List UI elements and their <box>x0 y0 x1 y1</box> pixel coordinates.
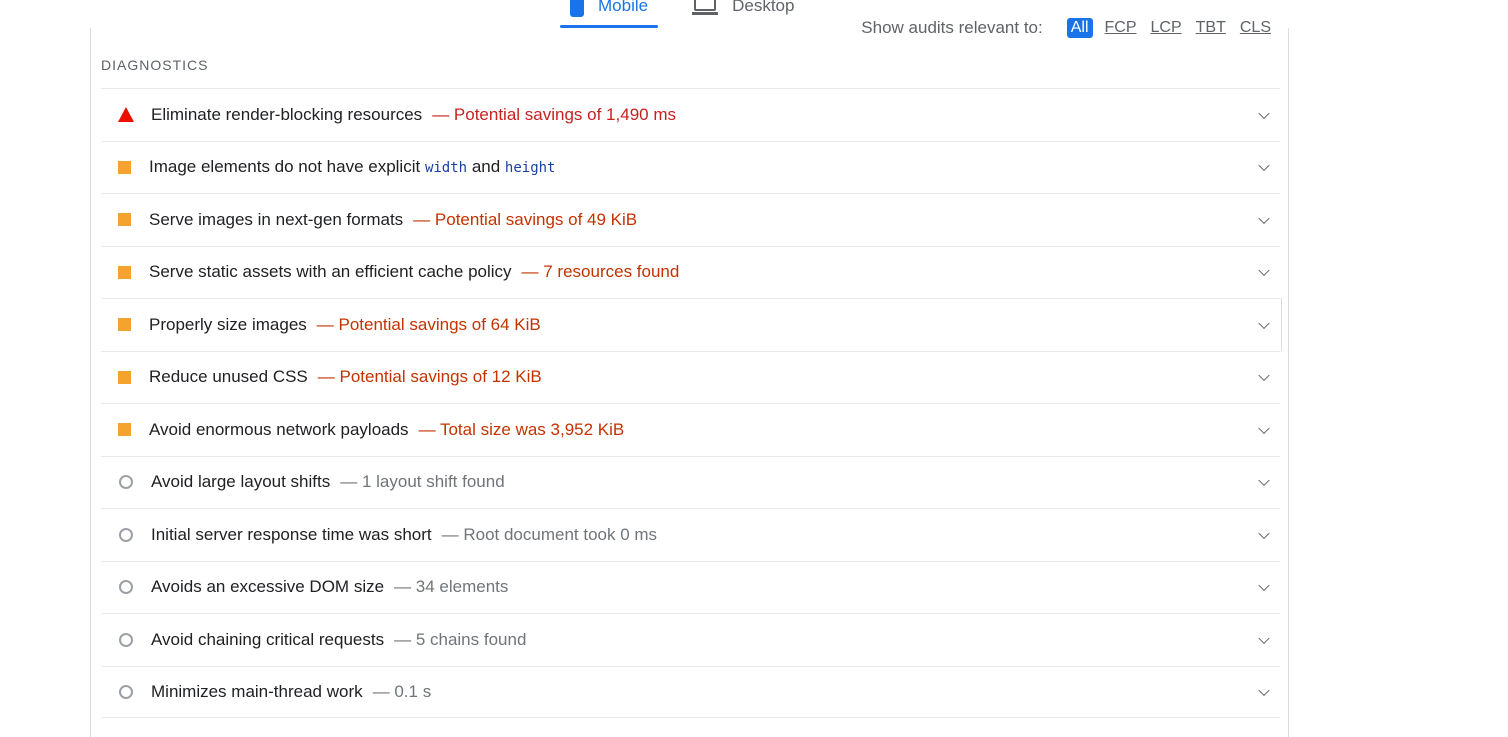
chevron-down-icon[interactable] <box>1258 422 1270 434</box>
audit-row[interactable]: Eliminate render-blocking resources — Po… <box>101 88 1280 141</box>
chevron-down-icon[interactable] <box>1258 632 1270 644</box>
grey-circle-icon <box>116 525 136 545</box>
chevron-down-icon[interactable] <box>1258 317 1270 329</box>
audit-row[interactable]: Avoid chaining critical requests — 5 cha… <box>101 613 1280 666</box>
chevron-down-icon[interactable] <box>1258 212 1270 224</box>
audit-title: Avoids an excessive DOM size <box>151 577 385 597</box>
chevron-down-icon[interactable] <box>1258 527 1270 539</box>
tab-mobile-label: Mobile <box>598 0 649 15</box>
orange-square-icon <box>116 262 136 282</box>
triangle-warning-icon <box>116 105 136 125</box>
chevron-down-icon[interactable] <box>1258 159 1270 172</box>
audit-title: Properly size images <box>149 314 307 334</box>
audit-detail: — Total size was 3,952 KiB <box>418 419 625 439</box>
audit-detail: — Root document took 0 ms <box>441 524 658 544</box>
orange-square-icon <box>116 420 136 440</box>
chevron-down-icon[interactable] <box>1258 264 1270 277</box>
audit-detail: — 7 resources found <box>521 262 680 282</box>
phone-icon <box>570 0 584 17</box>
audit-row[interactable]: Image elements do not have explicit widt… <box>101 140 1280 194</box>
filter-chip-all[interactable]: All <box>1066 18 1093 38</box>
audit-row[interactable]: Avoid large layout shifts — 1 layout shi… <box>101 455 1280 509</box>
audit-title: Minimizes main-thread work <box>151 681 363 701</box>
orange-square-icon <box>116 157 136 177</box>
chevron-down-icon[interactable] <box>1258 107 1270 119</box>
audit-row[interactable]: Serve static assets with an efficient ca… <box>101 245 1280 299</box>
audit-title: Avoid chaining critical requests <box>151 629 385 649</box>
code-height: height <box>504 160 556 177</box>
grey-circle-icon <box>116 472 136 492</box>
filter-chip-cls[interactable]: CLS <box>1238 19 1273 37</box>
audit-row[interactable]: Minimizes main-thread work — 0.1 s <box>101 665 1280 718</box>
device-tabs: Mobile Desktop <box>560 0 828 28</box>
chevron-down-icon[interactable] <box>1258 579 1270 592</box>
chevron-down-icon[interactable] <box>1258 369 1270 382</box>
filter-chip-tbt[interactable]: TBT <box>1194 19 1228 37</box>
audit-title-text: Image elements do not have explicit <box>149 157 425 177</box>
audit-row[interactable]: Serve images in next-gen formats — Poten… <box>101 193 1280 246</box>
audit-detail: — 0.1 s <box>372 681 432 701</box>
grey-circle-icon <box>116 577 136 597</box>
chevron-down-icon[interactable] <box>1258 684 1270 696</box>
orange-square-icon <box>116 315 136 335</box>
audit-title: Avoid large layout shifts <box>151 472 331 492</box>
audit-row[interactable]: Initial server response time was short —… <box>101 508 1280 561</box>
filter-label: Show audits relevant to: <box>861 18 1043 37</box>
audit-filter: Show audits relevant to: All FCP LCP TBT… <box>861 18 1273 38</box>
audit-title: Image elements do not have explicit widt… <box>149 157 555 177</box>
audit-row[interactable]: Avoids an excessive DOM size — 34 elemen… <box>101 560 1280 614</box>
audit-detail: — 34 elements <box>394 577 509 597</box>
tab-mobile[interactable]: Mobile <box>560 0 659 28</box>
filter-chip-fcp[interactable]: FCP <box>1103 19 1139 37</box>
audit-detail: — Potential savings of 49 KiB <box>413 209 638 229</box>
orange-square-icon <box>116 210 136 230</box>
audit-title: Serve static assets with an efficient ca… <box>149 262 512 282</box>
audit-detail: — Potential savings of 64 KiB <box>316 314 541 334</box>
audit-title: Serve images in next-gen formats <box>149 209 404 229</box>
audit-row[interactable]: Avoid enormous network payloads — Total … <box>101 403 1280 456</box>
code-width: width <box>424 160 468 177</box>
diagnostics-panel: Show audits relevant to: All FCP LCP TBT… <box>90 18 1289 737</box>
audit-title: Reduce unused CSS <box>149 367 308 387</box>
audit-row[interactable]: Properly size images — Potential savings… <box>101 298 1282 351</box>
audit-detail: — 5 chains found <box>394 629 527 649</box>
audit-title: Eliminate render-blocking resources <box>151 104 423 124</box>
page: Mobile Desktop Show audits relevant to: … <box>0 0 1508 737</box>
audit-title: Initial server response time was short <box>151 524 432 544</box>
orange-square-icon <box>116 367 136 387</box>
audit-list: Eliminate render-blocking resources — Po… <box>101 88 1282 718</box>
filter-chip-lcp[interactable]: LCP <box>1149 19 1184 37</box>
grey-circle-icon <box>116 682 136 702</box>
laptop-icon <box>692 0 719 15</box>
tab-desktop-label: Desktop <box>732 0 795 15</box>
audit-row[interactable]: Reduce unused CSS — Potential savings of… <box>101 350 1280 404</box>
audit-title: Avoid enormous network payloads <box>149 419 409 439</box>
grey-circle-icon <box>116 630 136 650</box>
audit-detail: — Potential savings of 12 KiB <box>317 367 542 387</box>
tab-desktop[interactable]: Desktop <box>682 0 804 26</box>
audit-detail: — 1 layout shift found <box>340 472 505 492</box>
chevron-down-icon[interactable] <box>1258 474 1270 487</box>
section-title: DIAGNOSTICS <box>101 57 209 73</box>
audit-detail: — Potential savings of 1,490 ms <box>432 104 676 124</box>
audit-title-text: and <box>467 157 505 177</box>
